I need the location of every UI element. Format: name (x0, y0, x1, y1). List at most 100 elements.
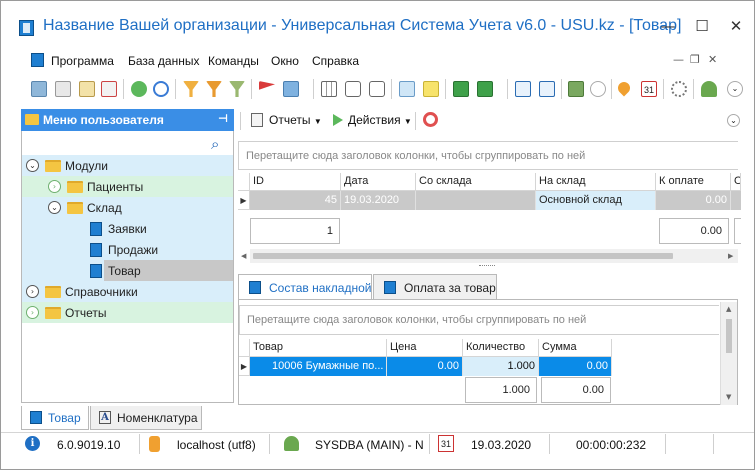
delete-icon[interactable] (101, 81, 117, 97)
chevron-double-down-icon[interactable]: ⌄ (727, 114, 740, 127)
menu-database[interactable]: База данных (128, 54, 199, 68)
horizontal-scrollbar[interactable]: ◀ ▶ (241, 249, 738, 263)
column-header-id[interactable]: ID (250, 173, 341, 191)
menu-help[interactable]: Справка (312, 54, 359, 68)
scrollbar-thumb[interactable] (726, 319, 732, 353)
vertical-scrollbar[interactable]: ▲ ▼ (720, 302, 737, 405)
edit-icon[interactable] (79, 81, 95, 97)
export-excel-icon[interactable] (453, 81, 469, 97)
cell-to-pay[interactable]: 0.00 (656, 191, 731, 210)
search-icon[interactable]: ⌕ (211, 135, 219, 153)
tree-item-references[interactable]: › Справочники (22, 281, 233, 302)
expand-icon[interactable] (369, 81, 385, 97)
image-icon[interactable] (283, 81, 299, 97)
detail-group-by-panel[interactable]: Перетащите сюда заголовок колонки, чтобы… (239, 305, 719, 335)
tree-item-modules[interactable]: ⌄ Модули (22, 155, 233, 176)
reload-icon[interactable] (131, 81, 147, 97)
bottom-tab-goods[interactable]: Товар (21, 406, 89, 430)
document-icon (90, 222, 102, 236)
actions-button[interactable]: Действия ▼ (348, 113, 412, 127)
mdi-minimize-button[interactable]: — (673, 53, 684, 66)
toolbar-separator (175, 79, 176, 99)
actions-label: Действия (348, 113, 401, 127)
cell-from-warehouse[interactable] (416, 191, 536, 210)
users-icon[interactable] (701, 81, 717, 97)
tab-payment[interactable]: Оплата за товар (373, 274, 497, 300)
pin-panel-icon[interactable]: ⊣ (218, 112, 228, 125)
toolbar-separator (663, 79, 664, 99)
copy-icon[interactable] (55, 81, 71, 97)
add-row-icon[interactable] (399, 81, 415, 97)
scroll-down-icon[interactable]: ▼ (726, 393, 731, 401)
toolbar-separator (391, 79, 392, 99)
column-header-to-pay[interactable]: К оплате (656, 173, 731, 191)
dropdown-arrow-icon: ▼ (403, 117, 412, 126)
status-separator (665, 434, 666, 454)
cell-id[interactable]: 45 (250, 191, 341, 210)
group-by-panel[interactable]: Перетащите сюда заголовок колонки, чтобы… (238, 141, 738, 170)
column-header-from-warehouse[interactable]: Со склада (416, 173, 536, 191)
cell-quantity[interactable]: 1.000 (463, 357, 539, 376)
tree-item-patients[interactable]: › Пациенты (22, 176, 233, 197)
maximize-button[interactable]: ☐ (687, 11, 717, 41)
summary-sum: 0.00 (541, 377, 611, 403)
expand-toggle-icon[interactable]: › (48, 180, 61, 193)
minimize-button[interactable]: — (653, 11, 683, 41)
mdi-close-button[interactable]: ✕ (708, 53, 717, 66)
refresh-doc-icon[interactable] (31, 81, 47, 97)
tree-item-label: Справочники (65, 285, 138, 299)
scroll-up-icon[interactable]: ▲ (726, 305, 731, 313)
expand-toggle-icon[interactable]: › (26, 285, 39, 298)
toolbar-separator (561, 79, 562, 99)
close-window-icon[interactable] (539, 81, 555, 97)
collapse-toggle-icon[interactable]: ⌄ (26, 159, 39, 172)
cell-to-warehouse[interactable]: Основной склад (536, 191, 656, 210)
scroll-left-icon[interactable]: ◀ (241, 252, 246, 260)
column-header-to-warehouse[interactable]: На склад (536, 173, 656, 191)
dropdown-arrow-icon: ▼ (313, 117, 322, 126)
columns-icon[interactable] (321, 81, 337, 97)
circle-arrow-icon[interactable] (590, 81, 606, 97)
reports-button[interactable]: Отчеты ▼ (269, 113, 322, 127)
mdi-restore-button[interactable]: ❐ (690, 53, 700, 66)
column-header-date[interactable]: Дата (341, 173, 416, 191)
summary-quantity: 1.000 (465, 377, 537, 403)
stop-icon[interactable] (423, 112, 438, 127)
menu-commands[interactable]: Команды (208, 54, 259, 68)
tree-item-sales[interactable]: Продажи (22, 239, 233, 260)
splitter-handle[interactable] (479, 265, 495, 267)
cell-sum[interactable]: 0.00 (539, 357, 612, 376)
tree-item-requests[interactable]: Заявки (22, 218, 233, 239)
scrollbar-thumb[interactable] (253, 253, 673, 259)
tab-invoice-items[interactable]: Состав накладной (238, 274, 372, 300)
column-header-price[interactable]: Цена (387, 339, 463, 357)
row-indicator-header (239, 339, 250, 357)
zoom-icon[interactable] (153, 81, 169, 97)
chevron-double-down-icon[interactable]: ⌄ (727, 81, 743, 97)
tree-item-goods[interactable]: Товар (22, 260, 233, 281)
expand-toggle-icon[interactable]: › (26, 306, 39, 319)
scroll-right-icon[interactable]: ▶ (728, 252, 733, 260)
cell-date[interactable]: 19.03.2020 (341, 191, 416, 210)
menu-program[interactable]: Программа (51, 54, 114, 68)
column-header-quantity[interactable]: Количество (463, 339, 539, 357)
new-window-icon[interactable] (515, 81, 531, 97)
note-icon[interactable] (423, 81, 439, 97)
menu-window[interactable]: Окно (271, 54, 299, 68)
calendar-icon[interactable]: 31 (641, 81, 657, 97)
close-button[interactable]: ✕ (721, 11, 751, 41)
collapse-icon[interactable] (345, 81, 361, 97)
settings-icon[interactable] (671, 81, 687, 97)
document-icon (384, 281, 396, 294)
tree-item-reports[interactable]: › Отчеты (22, 302, 233, 323)
column-header-product[interactable]: Товар (250, 339, 387, 357)
delete-excel-icon[interactable] (477, 81, 493, 97)
cell-product[interactable]: 10006 Бумажные по... (250, 357, 387, 376)
tree-item-warehouse[interactable]: ⌄ Склад (22, 197, 233, 218)
column-header-extra[interactable]: О (731, 173, 741, 191)
bottom-tab-nomenclature[interactable]: A Номенклатура (90, 406, 202, 430)
exit-icon[interactable] (568, 81, 584, 97)
collapse-toggle-icon[interactable]: ⌄ (48, 201, 61, 214)
column-header-sum[interactable]: Сумма (539, 339, 612, 357)
cell-price[interactable]: 0.00 (387, 357, 463, 376)
